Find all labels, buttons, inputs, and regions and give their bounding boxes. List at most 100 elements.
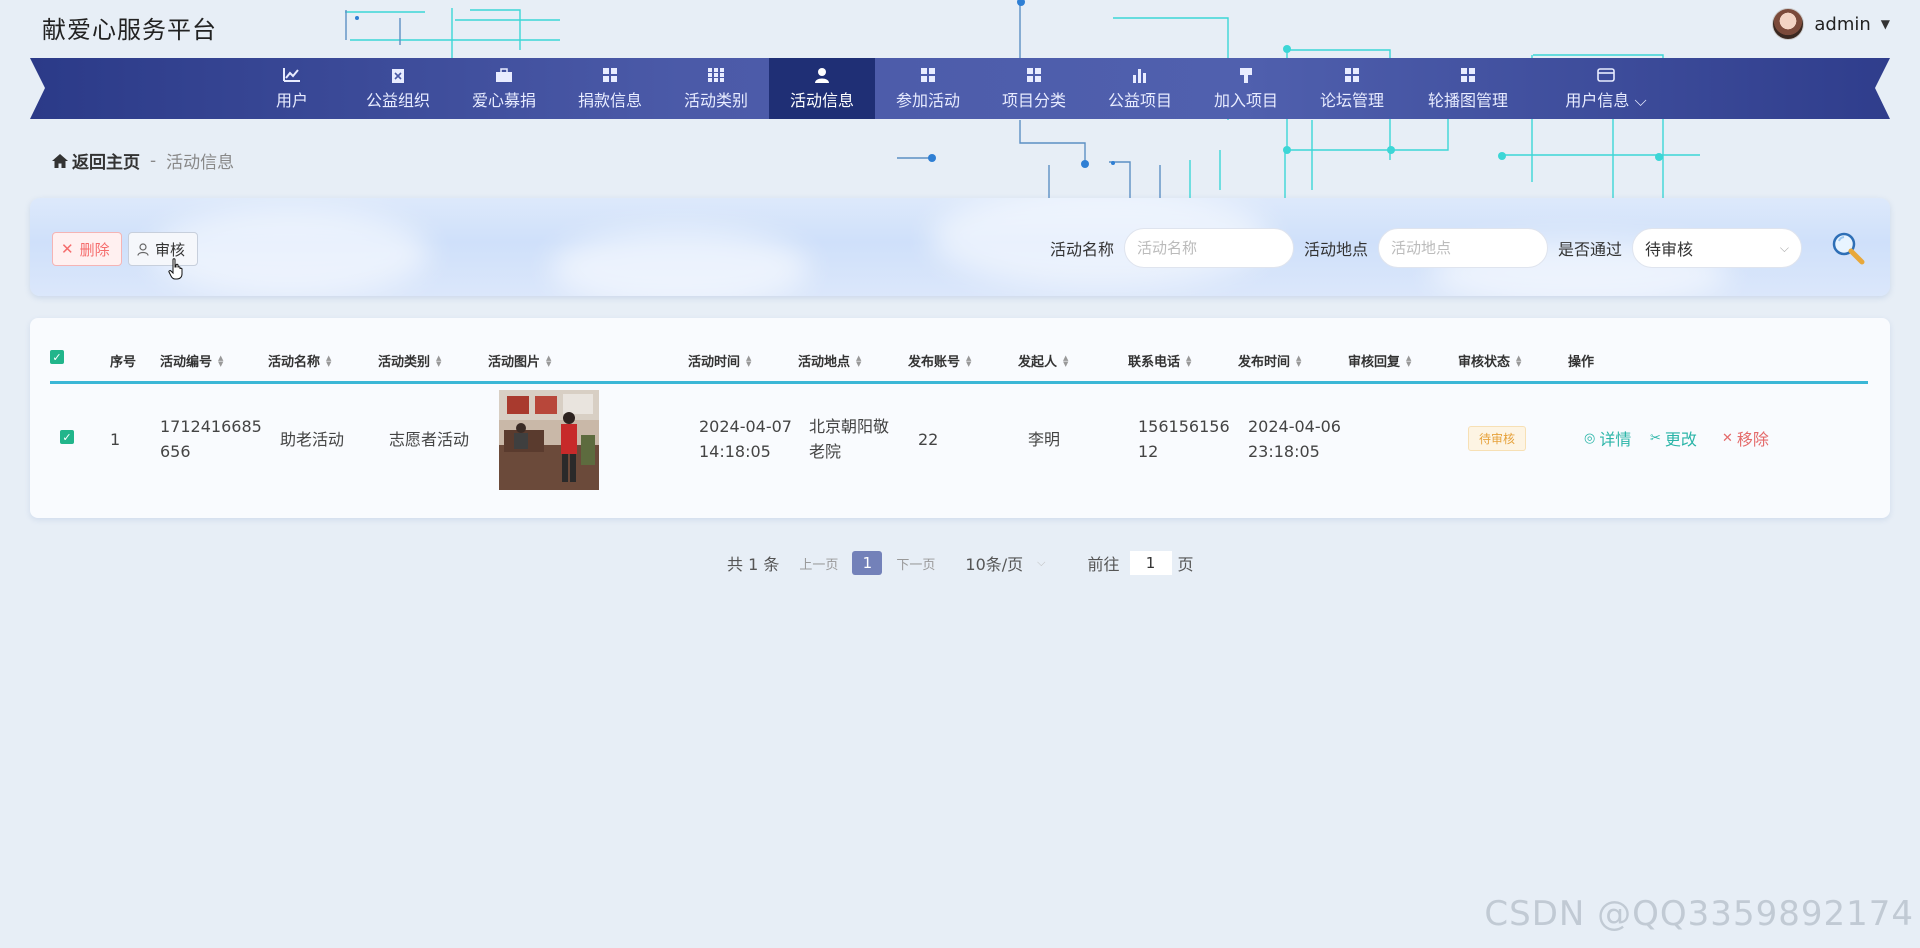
breadcrumb-home-label[interactable]: 返回主页 — [72, 148, 140, 173]
next-page-button[interactable]: 下一页 — [896, 554, 935, 573]
nav-item-0[interactable]: 用户 — [239, 58, 345, 119]
column-header[interactable]: 活动时间 ▲ ▼ — [688, 351, 751, 370]
column-header[interactable]: 审核状态 ▲ ▼ — [1458, 351, 1521, 370]
sort-icon[interactable]: ▲ ▼ — [746, 354, 751, 367]
user-name[interactable]: admin — [1814, 14, 1870, 35]
activity-photo — [499, 390, 599, 490]
chevron-down-icon: ⌵ — [1779, 240, 1789, 255]
brush-icon — [1240, 67, 1252, 83]
sort-icon[interactable]: ▲ ▼ — [1063, 354, 1068, 367]
audit-button[interactable]: 审核 — [128, 232, 198, 266]
nav-item-1[interactable]: 公益组织 — [345, 58, 451, 119]
column-header[interactable]: 活动名称 ▲ ▼ — [268, 351, 331, 370]
sort-icon[interactable]: ▲ ▼ — [1516, 354, 1521, 367]
remove-button[interactable]: ✕ 移除 — [1722, 426, 1769, 450]
top-bar: 献爱心服务平台 admin ▼ — [0, 0, 1920, 58]
cell-code: 1712416685 656 — [160, 414, 262, 464]
sort-icon[interactable]: ▲ ▼ — [218, 354, 223, 367]
select-all-checkbox[interactable]: ✓ — [50, 350, 64, 364]
edit-label: 更改 — [1664, 430, 1697, 449]
check-icon: ✓ — [50, 350, 64, 364]
column-header[interactable]: 联系电话 ▲ ▼ — [1128, 351, 1191, 370]
grid-icon — [1345, 67, 1359, 82]
column-header-label: 活动时间 — [688, 355, 741, 370]
user-menu[interactable]: admin ▼ — [1772, 8, 1890, 40]
cell-phone: 156156156 12 — [1138, 414, 1230, 464]
column-header[interactable]: 活动类别 ▲ ▼ — [378, 351, 441, 370]
sort-icon[interactable]: ▲ ▼ — [1406, 354, 1411, 367]
nav-item-8[interactable]: 公益项目 — [1087, 58, 1193, 119]
column-header-label: 联系电话 — [1128, 355, 1181, 370]
clipboard-icon — [392, 68, 404, 83]
column-header: 操作 — [1568, 351, 1594, 370]
column-header[interactable]: 活动编号 ▲ ▼ — [160, 351, 223, 370]
home-icon — [52, 153, 68, 168]
nav-item-label: 捐款信息 — [577, 90, 642, 110]
breadcrumb: 返回主页 - 活动信息 — [52, 148, 234, 173]
column-header-label: 活动编号 — [160, 355, 213, 370]
page-number-current[interactable]: 1 — [852, 551, 883, 575]
row-checkbox[interactable]: ✓ — [60, 430, 74, 444]
sort-icon[interactable]: ▲ ▼ — [1186, 354, 1191, 367]
cell-place-line2: 老院 — [809, 442, 842, 461]
column-header[interactable]: 发布账号 ▲ ▼ — [908, 351, 971, 370]
sort-icon[interactable]: ▲ ▼ — [546, 354, 551, 367]
status-badge: 待审核 — [1468, 426, 1527, 451]
nav-item-label: 公益组织 — [365, 90, 430, 110]
nav-item-label: 活动类别 — [683, 90, 748, 110]
prev-page-button[interactable]: 上一页 — [799, 554, 838, 573]
pass-status-select[interactable]: 待审核 ⌵ — [1632, 228, 1802, 268]
activity-image[interactable] — [499, 390, 599, 490]
nav-item-4[interactable]: 活动类别 — [663, 58, 769, 119]
page-size-value: 10条/页 — [965, 555, 1024, 574]
detail-label: 详情 — [1599, 430, 1632, 449]
nav-item-label: 论坛管理 — [1319, 90, 1384, 110]
close-icon: ✕ — [61, 240, 74, 258]
pass-status-label: 是否通过 — [1557, 240, 1622, 259]
cell-place: 北京朝阳敬 老院 — [809, 414, 889, 464]
delete-button[interactable]: ✕ 删除 — [52, 232, 122, 266]
column-header[interactable]: 活动地点 ▲ ▼ — [798, 351, 861, 370]
nav-item-label: 活动信息 — [789, 90, 854, 110]
nav-item-label: 爱心募捐 — [471, 90, 536, 110]
nav-item-label: 轮播图管理 — [1427, 90, 1508, 110]
nav-item-label: 项目分类 — [1001, 90, 1066, 110]
avatar[interactable] — [1772, 8, 1805, 40]
nav-item-9[interactable]: 加入项目 — [1193, 58, 1299, 119]
nav-item-2[interactable]: 爱心募捐 — [451, 58, 557, 119]
column-header-label: 发布账号 — [908, 355, 961, 370]
watermark: CSDN @QQ3359892174 — [1484, 894, 1914, 934]
detail-button[interactable]: ◎ 详情 — [1584, 426, 1631, 450]
column-header[interactable]: 发起人 ▲ ▼ — [1018, 351, 1068, 370]
sort-icon[interactable]: ▲ ▼ — [856, 354, 861, 367]
nav-item-7[interactable]: 项目分类 — [981, 58, 1087, 119]
nav-item-11[interactable]: 轮播图管理 — [1405, 58, 1531, 119]
column-header-label: 活动地点 — [798, 355, 851, 370]
caret-down-icon[interactable]: ▼ — [1881, 17, 1890, 31]
activity-name-input[interactable] — [1123, 228, 1294, 268]
column-header[interactable]: 审核回复 ▲ ▼ — [1348, 351, 1411, 370]
close-icon: ✕ — [1722, 430, 1733, 446]
sort-icon[interactable]: ▲ ▼ — [436, 354, 441, 367]
search-button[interactable] — [1826, 226, 1870, 270]
nav-item-10[interactable]: 论坛管理 — [1299, 58, 1405, 119]
sort-icon[interactable]: ▲ ▼ — [966, 354, 971, 367]
edit-button[interactable]: ✂ 更改 — [1650, 426, 1697, 450]
activity-place-input[interactable] — [1377, 228, 1548, 268]
pagination: 共 1 条 上一页 1 下一页 10条/页 ⌵ 前往 页 — [727, 551, 1194, 575]
goto-page-input[interactable] — [1129, 551, 1172, 575]
nav-item-3[interactable]: 捐款信息 — [557, 58, 663, 119]
chevron-down-icon: ⌵ — [1037, 556, 1046, 569]
column-header[interactable]: 活动图片 ▲ ▼ — [488, 351, 551, 370]
nav-item-6[interactable]: 参加活动 — [875, 58, 981, 119]
table-row: ✓ 1 1712416685 656 助老活动 志愿者活动 2024-04-07… — [50, 384, 1868, 494]
page-size-select[interactable]: 10条/页 ⌵ — [965, 551, 1045, 575]
column-header[interactable]: 发布时间 ▲ ▼ — [1238, 351, 1301, 370]
sort-icon[interactable]: ▲ ▼ — [326, 354, 331, 367]
breadcrumb-home[interactable]: 返回主页 — [52, 148, 140, 173]
main-nav: 用户 公益组织 爱心募捐 捐款信息 活动类别 活动信息 参加活动 项目分类 公益项目 加入项目 论坛… — [30, 58, 1890, 119]
sort-icon[interactable]: ▲ ▼ — [1296, 354, 1301, 367]
nav-item-5[interactable]: 活动信息 — [769, 58, 875, 119]
column-header-label: 审核状态 — [1458, 355, 1511, 370]
nav-item-12[interactable]: 用户信息 ⌵ — [1531, 58, 1681, 119]
